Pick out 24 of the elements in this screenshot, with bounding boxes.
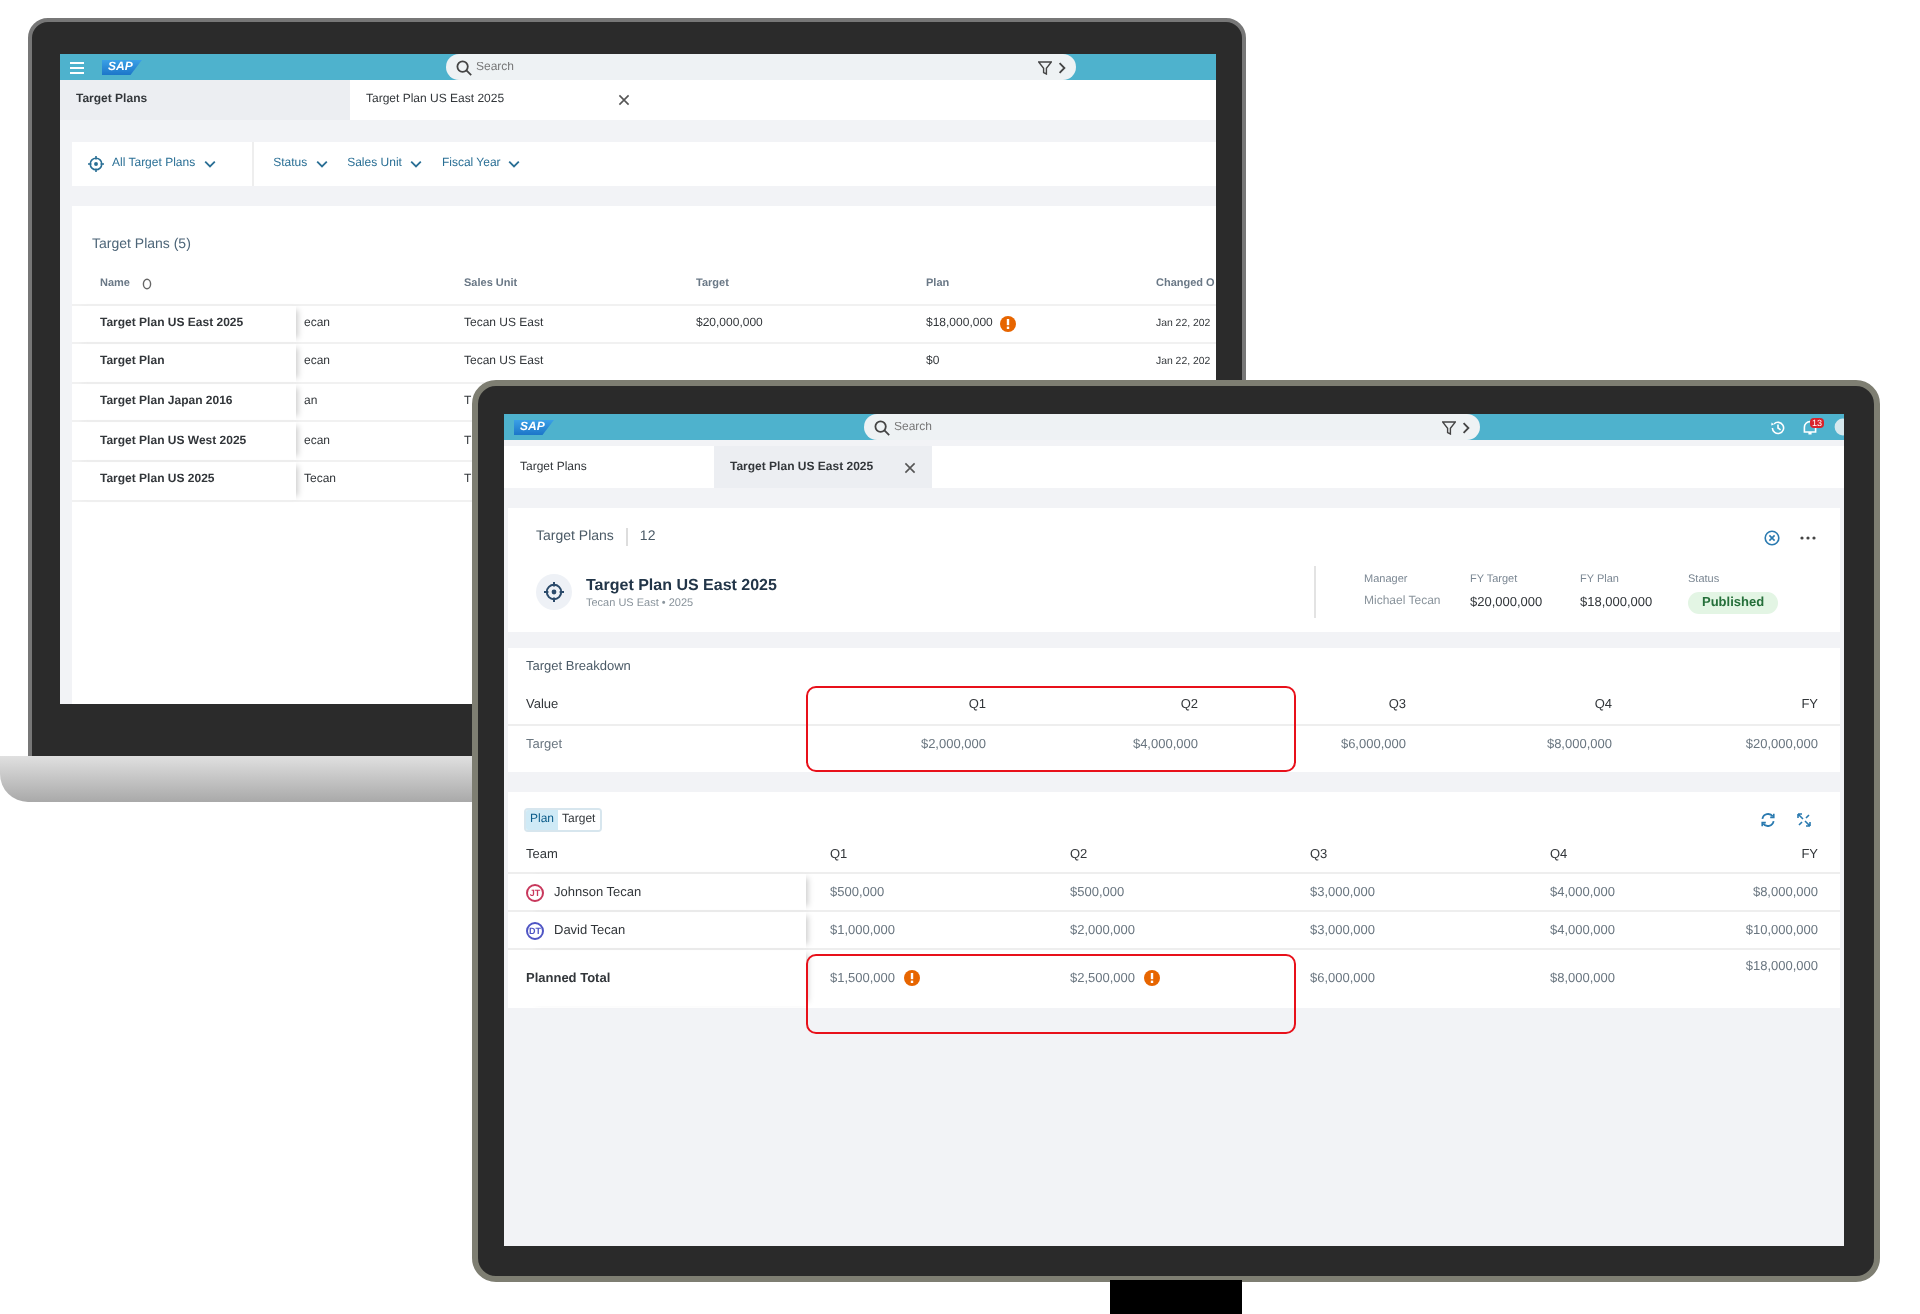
target-icon	[544, 582, 564, 602]
warning-icon	[1143, 970, 1160, 986]
chevron-right-icon[interactable]	[1058, 61, 1066, 73]
target-icon	[88, 156, 104, 172]
filter-icon[interactable]	[1038, 60, 1052, 74]
warning-icon	[1000, 315, 1017, 332]
chevron-right-icon[interactable]	[1462, 421, 1470, 433]
close-icon[interactable]	[618, 94, 630, 106]
page-title: Target Plan US East 2025	[586, 575, 777, 593]
refresh-icon[interactable]	[1760, 812, 1776, 828]
filter-icon[interactable]	[1442, 420, 1456, 434]
close-icon[interactable]	[1764, 529, 1780, 545]
chevron-down-icon[interactable]	[315, 160, 328, 168]
chevron-down-icon[interactable]	[409, 160, 422, 168]
sort-icon[interactable]	[141, 278, 152, 291]
close-icon[interactable]	[904, 461, 916, 473]
search-icon[interactable]	[456, 59, 472, 75]
warning-icon	[903, 970, 920, 986]
monitor-stand	[1110, 1280, 1242, 1314]
bell-icon[interactable]	[1802, 419, 1818, 435]
chevron-down-icon[interactable]	[508, 160, 521, 168]
search-icon[interactable]	[874, 419, 890, 435]
expand-icon[interactable]	[1796, 812, 1812, 828]
chevron-down-icon[interactable]	[203, 160, 216, 168]
